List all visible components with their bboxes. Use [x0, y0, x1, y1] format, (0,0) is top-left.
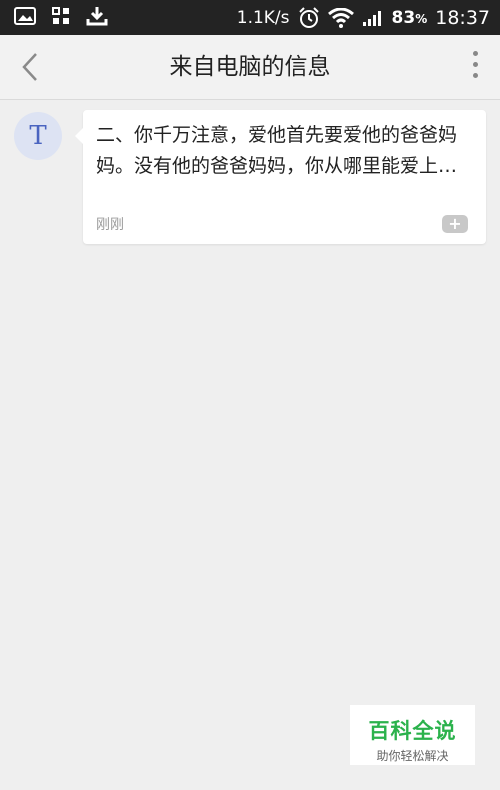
watermark-logo: 百科全说 助你轻松解决 [350, 705, 475, 765]
message-timestamp: 刚刚 [96, 217, 124, 233]
more-options-button[interactable] [468, 51, 482, 83]
status-bar-notifications [14, 6, 108, 26]
battery-unit: % [415, 11, 428, 26]
status-bar-system: 1.1K/s 83% 18:37 [237, 0, 490, 35]
more-vertical-icon [472, 51, 478, 56]
back-button[interactable] [14, 49, 50, 85]
expand-message-button[interactable]: + [442, 215, 468, 233]
app-bar: 来自电脑的信息 [0, 35, 500, 100]
signal-icon [362, 10, 381, 26]
battery-level: 83% [392, 8, 428, 28]
watermark-subtitle: 助你轻松解决 [376, 749, 449, 763]
message-text: 二、你千万注意，爱他首先要爱他的爸爸妈妈。没有他的爸爸妈妈，你从哪里能爱上他呢？… [96, 124, 458, 177]
more-vertical-icon-dot [472, 62, 478, 67]
network-speed: 1.1K/s [236, 7, 290, 28]
wifi-icon [327, 7, 354, 28]
download-icon [86, 7, 108, 26]
status-bar: 1.1K/s 83% 18:37 [0, 0, 500, 35]
apps-icon [52, 7, 69, 24]
clock: 18:37 [435, 6, 490, 29]
message-bubble[interactable]: 二、你千万注意，爱他首先要爱他的爸爸妈妈。没有他的爸爸妈妈，你从哪里能爱上他呢？… [75, 110, 486, 244]
page-title: 来自电脑的信息 [169, 54, 331, 80]
watermark-title: 百科全说 [368, 719, 457, 743]
alarm-icon [298, 6, 319, 28]
gallery-icon [14, 7, 36, 25]
battery-percent: 83 [391, 7, 416, 28]
sender-avatar[interactable]: T [14, 112, 62, 160]
more-vertical-icon-dot [472, 73, 478, 78]
chevron-left-icon [22, 53, 37, 81]
